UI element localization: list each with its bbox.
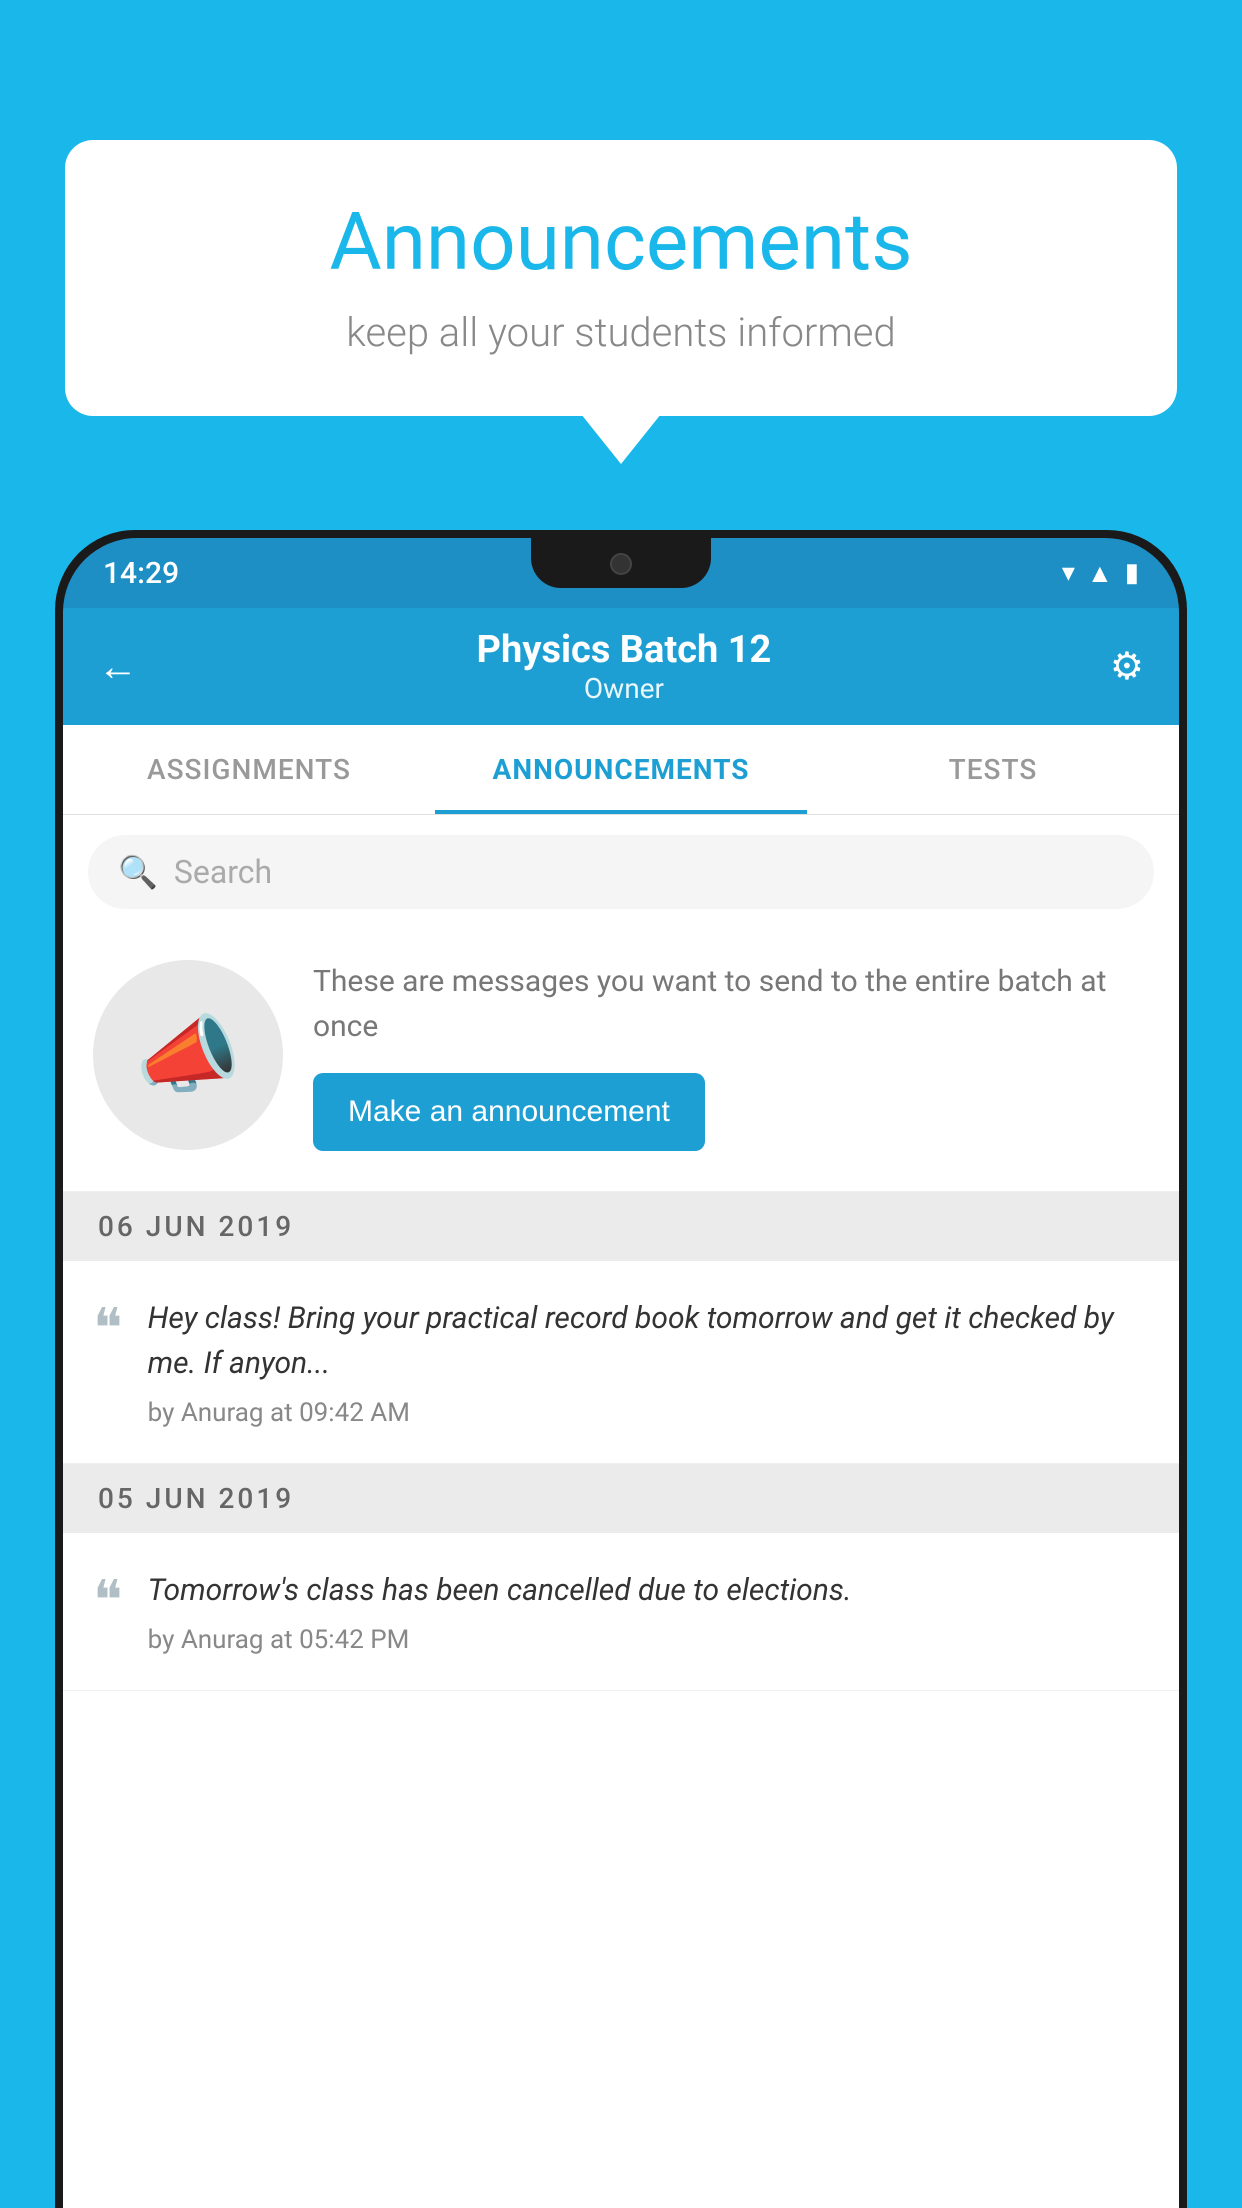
date-separator-2: 05 JUN 2019 <box>63 1464 1179 1533</box>
camera <box>610 553 632 575</box>
promo-description: These are messages you want to send to t… <box>313 959 1149 1049</box>
speech-bubble: Announcements keep all your students inf… <box>65 140 1177 416</box>
status-time: 14:29 <box>103 556 179 591</box>
announcement-meta-1: by Anurag at 09:42 AM <box>148 1398 1149 1428</box>
tab-assignments[interactable]: ASSIGNMENTS <box>63 725 435 814</box>
search-icon: 🔍 <box>118 853 158 891</box>
make-announcement-button[interactable]: Make an announcement <box>313 1073 705 1151</box>
search-bar[interactable]: 🔍 Search <box>88 835 1154 909</box>
header-center: Physics Batch 12 Owner <box>477 628 772 705</box>
tab-tests[interactable]: TESTS <box>807 725 1179 814</box>
announcement-text-1: Hey class! Bring your practical record b… <box>148 1296 1149 1386</box>
megaphone-circle: 📣 <box>93 960 283 1150</box>
status-icons: ▾ ▲ ▮ <box>1062 558 1139 589</box>
app-header: ← Physics Batch 12 Owner ⚙ <box>63 608 1179 725</box>
owner-label: Owner <box>477 672 772 705</box>
announcement-text-2: Tomorrow's class has been cancelled due … <box>148 1568 1149 1613</box>
promo-right: These are messages you want to send to t… <box>313 959 1149 1151</box>
screen-content: 🔍 Search 📣 These are messages you want t… <box>63 815 1179 2208</box>
speech-bubble-container: Announcements keep all your students inf… <box>65 140 1177 416</box>
notch <box>531 538 711 588</box>
battery-icon: ▮ <box>1125 558 1139 588</box>
wifi-icon: ▾ <box>1062 558 1075 588</box>
search-placeholder: Search <box>174 853 272 891</box>
announcement-meta-2: by Anurag at 05:42 PM <box>148 1625 1149 1655</box>
batch-title: Physics Batch 12 <box>477 628 772 672</box>
back-button[interactable]: ← <box>98 643 138 690</box>
tab-announcements[interactable]: ANNOUNCEMENTS <box>435 725 807 814</box>
announcement-item-1: ❝ Hey class! Bring your practical record… <box>63 1261 1179 1464</box>
signal-icon: ▲ <box>1087 558 1113 589</box>
tabs-bar: ASSIGNMENTS ANNOUNCEMENTS TESTS <box>63 725 1179 815</box>
quote-icon-2: ❝ <box>93 1573 123 1628</box>
settings-button[interactable]: ⚙ <box>1110 644 1144 689</box>
quote-icon-1: ❝ <box>93 1301 123 1356</box>
speech-bubble-title: Announcements <box>125 195 1117 289</box>
phone-inner: 14:29 ▾ ▲ ▮ ← Physics Batch 12 Owner ⚙ A… <box>63 538 1179 2208</box>
date-separator-1: 06 JUN 2019 <box>63 1192 1179 1261</box>
announcement-text-block-1: Hey class! Bring your practical record b… <box>148 1296 1149 1428</box>
announcement-item-2: ❝ Tomorrow's class has been cancelled du… <box>63 1533 1179 1691</box>
announcement-text-block-2: Tomorrow's class has been cancelled due … <box>148 1568 1149 1655</box>
speech-bubble-tail <box>581 414 661 464</box>
megaphone-icon: 📣 <box>135 1005 241 1105</box>
speech-bubble-subtitle: keep all your students informed <box>125 309 1117 356</box>
phone-frame: 14:29 ▾ ▲ ▮ ← Physics Batch 12 Owner ⚙ A… <box>55 530 1187 2208</box>
promo-block: 📣 These are messages you want to send to… <box>63 929 1179 1192</box>
